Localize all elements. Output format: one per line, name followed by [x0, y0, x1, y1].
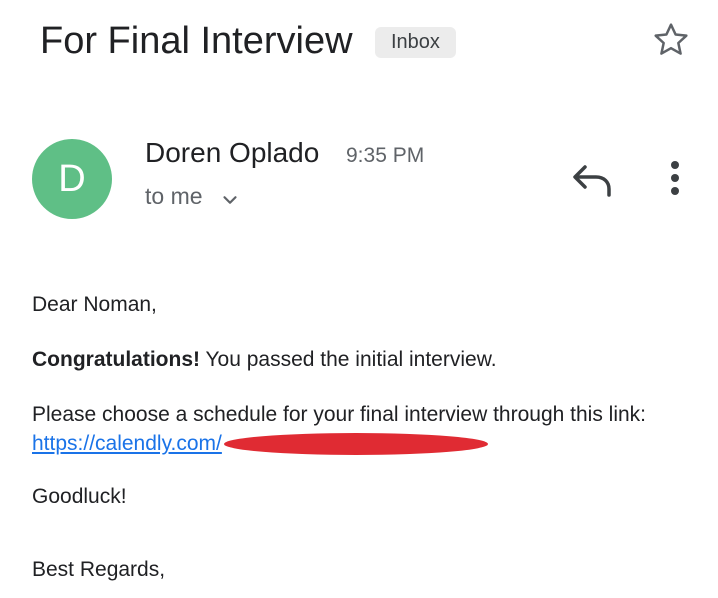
congrats-rest-text: You passed the initial interview. [200, 348, 497, 371]
sender-name: Doren Oplado [145, 137, 320, 168]
chevron-down-icon[interactable] [219, 189, 241, 211]
inbox-label-chip[interactable]: Inbox [375, 27, 456, 58]
goodluck-text: Goodluck! [32, 485, 127, 508]
sender-avatar[interactable]: D [32, 139, 112, 219]
schedule-instruction: Please choose a schedule for your final … [32, 403, 647, 426]
email-time: 9:35 PM [346, 144, 425, 167]
star-icon[interactable] [651, 20, 691, 60]
scheduling-link-text: https://calendly.com/ [32, 432, 222, 455]
recipient-label[interactable]: to me [145, 182, 203, 210]
link-redaction [224, 433, 488, 455]
greeting-text: Dear Noman, [32, 293, 157, 316]
more-vert-icon[interactable] [660, 158, 690, 202]
signoff-text: Best Regards, [32, 558, 166, 581]
email-subject: For Final Interview [40, 20, 353, 62]
reply-icon[interactable] [570, 160, 614, 200]
congrats-paragraph: Congratulations! You passed the initial … [32, 347, 497, 373]
congrats-bold-text: Congratulations! [32, 348, 200, 371]
